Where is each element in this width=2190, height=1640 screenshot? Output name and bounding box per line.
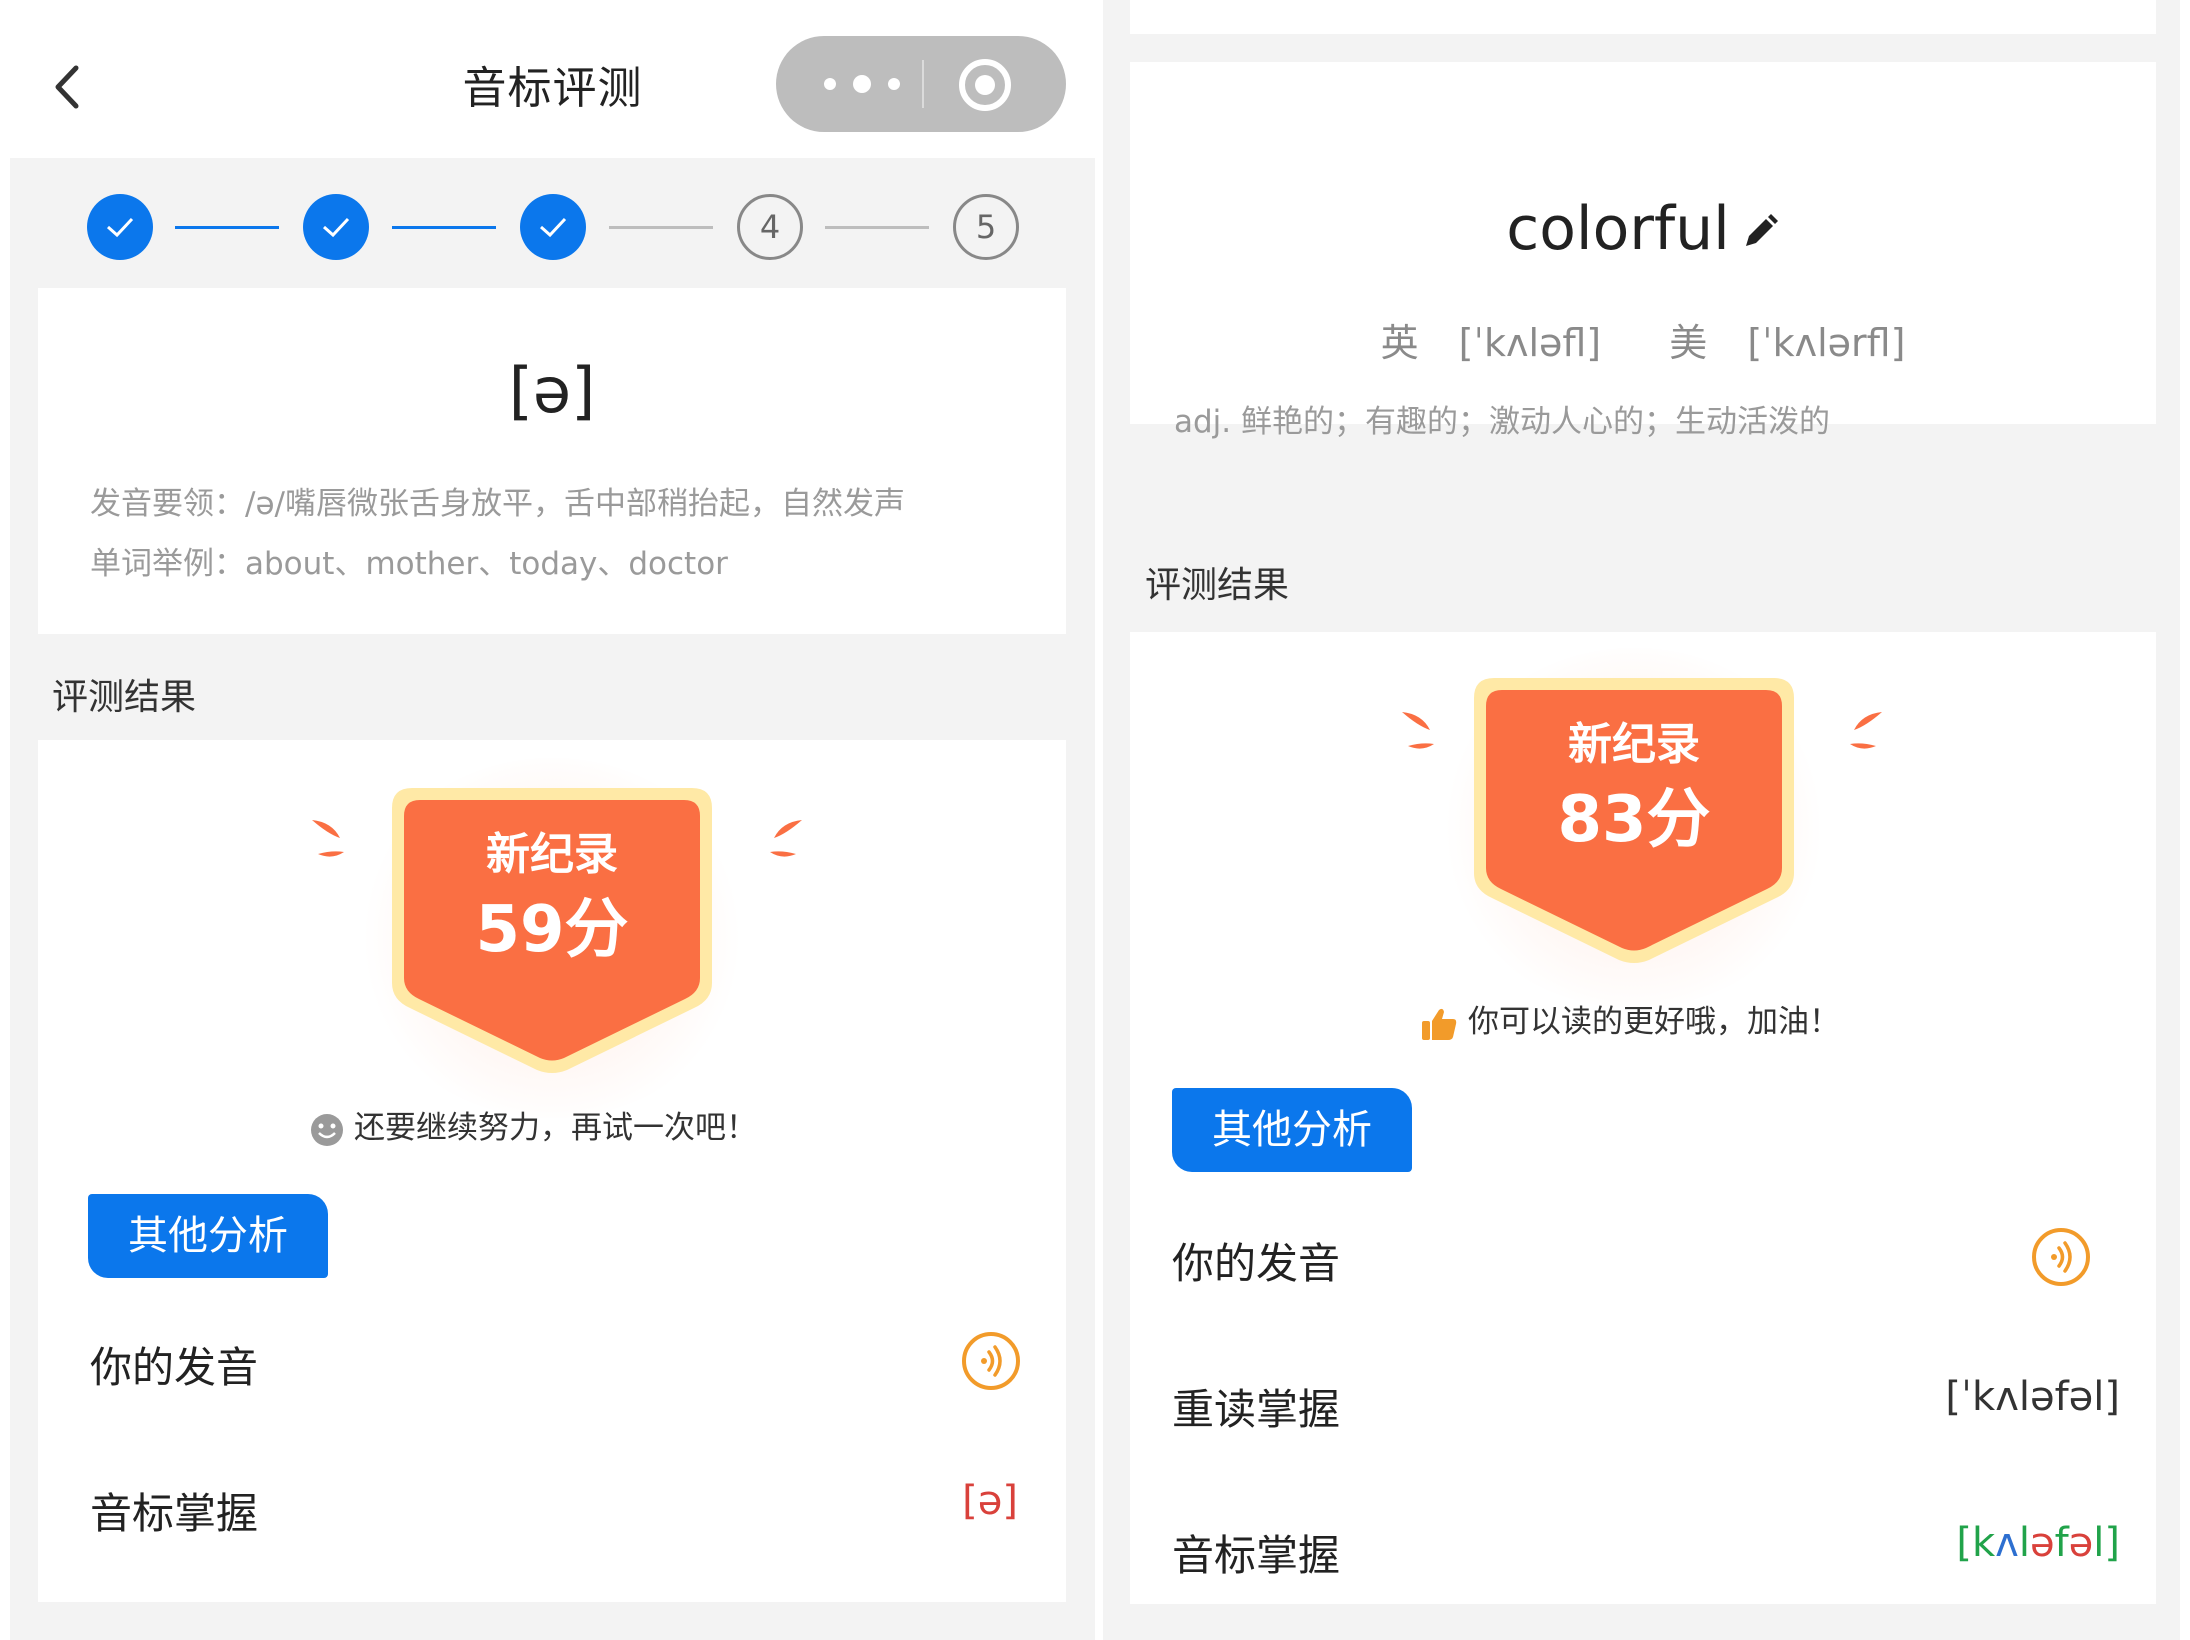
thumbs-up-icon (1422, 1008, 1457, 1040)
step-1-done[interactable] (87, 194, 153, 260)
word-meaning: adj. 鲜艳的；有趣的；激动人心的；生动活泼的 (1174, 404, 1830, 440)
phonetic-segment: k (1971, 1520, 1996, 1566)
score-badge: 新纪录 59分 (352, 758, 752, 1118)
word-heading: colorful (1130, 194, 2156, 264)
badge-title: 新纪录 (1568, 719, 1700, 770)
play-recording-icon[interactable] (2030, 1226, 2092, 1288)
step-3-done[interactable] (520, 194, 586, 260)
right-word-panel: colorful 英 [ˈkʌləfl] 美 [ˈkʌlərfl] adj. 鲜… (1103, 0, 2180, 1640)
close-target-icon[interactable] (958, 58, 1012, 112)
badge-title: 新纪录 (486, 829, 618, 880)
check-icon (540, 217, 567, 238)
score-badge: 新纪录 83分 (1434, 648, 1834, 1008)
step-connector (175, 226, 279, 229)
phoneme-symbol: [ə] (508, 354, 596, 427)
other-analysis-tag: 其他分析 (1172, 1088, 1412, 1172)
section-title-result: 评测结果 (52, 677, 197, 718)
score-value: 59分 (475, 893, 629, 967)
encourage-message: 还要继续努力，再试一次吧！ (354, 1110, 757, 1146)
row-label-your-pronunciation: 你的发音 (90, 1343, 259, 1392)
encourage-message: 你可以读的更好哦，加油！ (1468, 1004, 1840, 1040)
phonetic-segment: ] (2104, 1520, 2120, 1566)
step-5[interactable]: 5 (953, 194, 1019, 260)
result-card: 新纪录 59分 还要继续努力，再试一次吧！ 其他分析 你的发音 音标掌握 [ə] (38, 740, 1066, 1602)
result-card: 新纪录 83分 你可以读的更好哦，加油！ 其他分析 你的发音 重读掌握 [ˈkʌ… (1130, 632, 2156, 1604)
encourage-text: 你可以读的更好哦，加油！ (1420, 996, 1840, 1042)
step-4[interactable]: 4 (737, 194, 803, 260)
edit-pencil-icon[interactable] (1740, 212, 1780, 252)
row-label-your-pronunciation: 你的发音 (1172, 1239, 1341, 1288)
row-label-phonetic-mastery: 音标掌握 (1172, 1531, 1341, 1580)
screenshot-stage: 音标评测 4 5 [ə] 发音要领：/ə/嘴唇微张舌身放平，舌中部稍抬起，自然发… (0, 0, 2190, 1640)
word-examples: 单词举例：about、mother、today、doctor (90, 546, 728, 582)
phoneme-card: [ə] 发音要领：/ə/嘴唇微张舌身放平，舌中部稍抬起，自然发声 单词举例：ab… (38, 288, 1066, 634)
phoneme-result: [ə] (962, 1478, 1018, 1524)
phonetic-segment: f (2054, 1520, 2069, 1566)
left-phoneme-panel: 音标评测 4 5 [ə] 发音要领：/ə/嘴唇微张舌身放平，舌中部稍抬起，自然发… (10, 0, 1095, 1640)
phonetic-segment: ʌ (1995, 1520, 2019, 1566)
step-2-done[interactable] (303, 194, 369, 260)
word-card: colorful 英 [ˈkʌləfl] 美 [ˈkʌlərfl] adj. 鲜… (1130, 62, 2156, 440)
progress-steps: 4 5 (10, 158, 1095, 288)
capsule-divider (922, 60, 924, 108)
section-title-result: 评测结果 (1145, 565, 1290, 606)
score-value: 83分 (1557, 783, 1711, 857)
us-pronunciation[interactable]: 美 [ˈkʌlərfl] (1655, 321, 1919, 365)
sparkle-left-icon (1402, 712, 1434, 749)
nav-bar: 音标评测 (10, 0, 1095, 158)
smiley-icon (311, 1113, 343, 1146)
other-analysis-tag: 其他分析 (88, 1194, 328, 1278)
step-connector (609, 226, 713, 229)
word-text: colorful (1506, 194, 1730, 264)
sparkle-left-icon (312, 820, 344, 857)
row-value-phonetic-mastery: [kʌləfəl] (1830, 1520, 2120, 1566)
step-connector (825, 226, 929, 229)
uk-pronunciation[interactable]: 英 [ˈkʌləfl] (1367, 321, 1616, 365)
row-label-stress-mastery: 重读掌握 (1172, 1385, 1341, 1434)
sparkle-right-icon (1850, 712, 1882, 749)
phonetic-segment: [ (1956, 1520, 1972, 1566)
phonetic-segment: ə (2029, 1520, 2055, 1566)
phonetic-segment: l (2018, 1520, 2030, 1566)
sparkle-right-icon (770, 820, 802, 857)
check-icon (107, 217, 134, 238)
play-recording-icon[interactable] (960, 1330, 1022, 1392)
row-label-phonetic-mastery: 音标掌握 (90, 1489, 259, 1538)
encourage-text: 还要继续努力，再试一次吧！ (310, 1102, 757, 1147)
mini-program-capsule (776, 36, 1066, 132)
row-value-phonetic-mastery: [ə] (938, 1478, 1018, 1524)
more-icon[interactable] (816, 70, 916, 98)
check-icon (323, 217, 350, 238)
phonetic-segment: ə (2068, 1520, 2094, 1566)
phonetic-segment: l (2093, 1520, 2105, 1566)
pronunciation-tip: 发音要领：/ə/嘴唇微张舌身放平，舌中部稍抬起，自然发声 (90, 486, 905, 522)
row-value-stress-mastery: [ˈkʌləfəl] (1945, 1374, 2120, 1420)
pronunciations: 英 [ˈkʌləfl] 美 [ˈkʌlərfl] (1130, 312, 2156, 367)
step-connector (392, 226, 496, 229)
top-card-edge (1130, 0, 2156, 34)
